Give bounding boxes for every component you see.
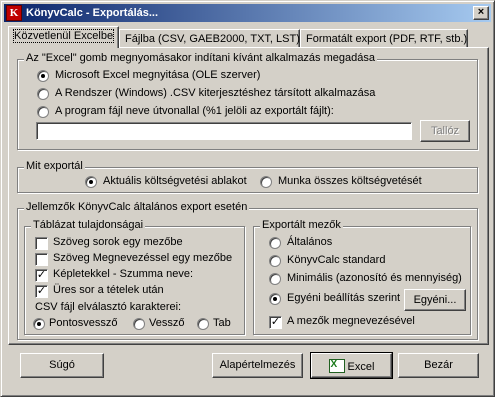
tab-file[interactable]: Fájlba (CSV, GAEB2000, TXT, LST) (119, 29, 300, 48)
radio-fields-minimal-label: Minimális (azonosító és mennyiség) (287, 272, 462, 284)
radio-comma-dot[interactable] (133, 318, 145, 330)
radio-tab-dot[interactable] (197, 318, 209, 330)
close-button[interactable]: Bezár (398, 353, 479, 378)
check-text-with-name-box[interactable] (35, 253, 48, 266)
excel-button-label: Excel (347, 361, 375, 373)
radio-fields-general-label: Általános (287, 236, 333, 248)
help-button[interactable]: Súgó (20, 353, 104, 378)
check-text-rows-box[interactable] (35, 237, 48, 250)
radio-comma-label: Vessző (149, 317, 185, 329)
radio-fields-standard-label: KönyvCalc standard (287, 254, 386, 266)
excel-button[interactable]: Excel (310, 352, 393, 379)
check-text-with-name-label: Szöveg Megnevezéssel egy mezőbe (53, 252, 233, 264)
tab-panel: Az "Excel" gomb megnyomásakor indítani k… (8, 47, 489, 345)
excel-icon (328, 359, 345, 373)
browse-button[interactable]: Tallóz (420, 120, 470, 142)
check-empty-row-label: Üres sor a tételek után (53, 284, 164, 296)
radio-current-window-label: Aktuális költségvetési ablakot (103, 175, 247, 187)
tab-file-label: Fájlba (CSV, GAEB2000, TXT, LST) (125, 33, 300, 45)
radio-fields-general-dot[interactable] (269, 237, 281, 249)
radio-fields-custom-dot[interactable] (269, 293, 281, 305)
radio-program-path-label: A program fájl neve útvonallal (%1 jelöl… (55, 105, 334, 117)
radio-system-csv-dot[interactable] (37, 88, 49, 100)
radio-current-window-dot[interactable] (85, 176, 97, 188)
defaults-button[interactable]: Alapértelmezés (212, 353, 303, 378)
window-title: KönyvCalc - Exportálás... (26, 7, 159, 19)
radio-semicolon-label: Pontosvessző (49, 317, 118, 329)
radio-all-budgets-label: Munka összes költségvetését (278, 175, 422, 187)
export-what-group-title: Mit exportál (24, 160, 85, 172)
tab-excel-label: Közvetlenül Excelbe (12, 29, 115, 43)
check-empty-row-box[interactable]: ✓ (35, 285, 48, 298)
radio-all-budgets-dot[interactable] (260, 176, 272, 188)
radio-ole-server-dot[interactable] (37, 70, 49, 82)
check-field-names-label: A mezők megnevezésével (287, 315, 415, 327)
excel-app-group-title: Az "Excel" gomb megnyomásakor indítani k… (24, 52, 377, 64)
tab-excel[interactable]: Közvetlenül Excelbe (8, 26, 119, 48)
close-window-button[interactable]: × (473, 6, 489, 20)
app-icon: K (6, 5, 22, 21)
check-formulas-box[interactable]: ✓ (35, 269, 48, 282)
check-text-rows-label: Szöveg sorok egy mezőbe (53, 236, 183, 248)
tab-formatted[interactable]: Formatált export (PDF, RTF, stb.) (300, 29, 468, 48)
radio-system-csv-label: A Rendszer (Windows) .CSV kiterjesztéshe… (55, 87, 376, 99)
exported-fields-group-title: Exportált mezők (260, 219, 343, 231)
check-formulas-label: Képletekkel - Szumma neve: (53, 268, 194, 280)
radio-semicolon-dot[interactable] (33, 318, 45, 330)
radio-fields-minimal-dot[interactable] (269, 273, 281, 285)
custom-fields-button[interactable]: Egyéni... (404, 289, 466, 311)
radio-fields-custom-label: Egyéni beállítás szerint (287, 292, 401, 304)
check-field-names-box[interactable]: ✓ (269, 316, 282, 329)
general-export-group-title: Jellemzők KönyvCalc általános export ese… (24, 201, 250, 213)
radio-fields-standard-dot[interactable] (269, 255, 281, 267)
radio-program-path-dot[interactable] (37, 106, 49, 118)
radio-ole-server-label: Microsoft Excel megnyitása (OLE szerver) (55, 69, 261, 81)
title-bar[interactable]: K KönyvCalc - Exportálás... × (4, 4, 491, 22)
table-props-group-title: Táblázat tulajdonságai (31, 219, 146, 231)
export-dialog: K KönyvCalc - Exportálás... × Közvetlenü… (0, 0, 495, 397)
program-path-input[interactable] (36, 122, 412, 140)
radio-tab-label: Tab (213, 317, 231, 329)
csv-separator-label: CSV fájl elválasztó karakterei: (35, 301, 182, 313)
tab-formatted-label: Formatált export (PDF, RTF, stb.) (306, 33, 468, 45)
